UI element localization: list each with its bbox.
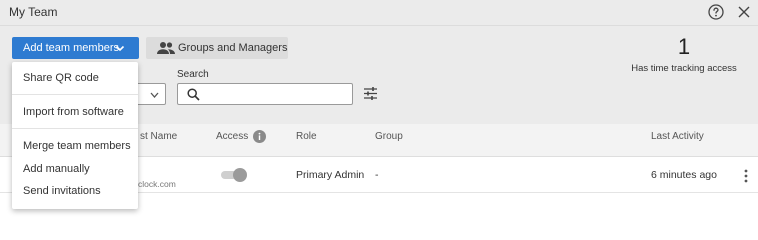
search-box[interactable] xyxy=(177,83,353,105)
column-header-name[interactable]: st Name xyxy=(140,131,177,142)
tracking-access-label: Has time tracking access xyxy=(631,63,737,74)
menu-item-send-invitations[interactable]: Send invitations xyxy=(23,185,101,197)
column-header-last-activity[interactable]: Last Activity xyxy=(651,131,704,142)
column-header-role[interactable]: Role xyxy=(296,131,317,142)
column-header-group[interactable]: Group xyxy=(375,131,403,142)
member-role: Primary Admin xyxy=(296,169,365,181)
window-title: My Team xyxy=(9,5,58,19)
menu-item-merge-team-members[interactable]: Merge team members xyxy=(23,140,131,152)
search-icon xyxy=(187,88,200,101)
chevron-down-icon xyxy=(115,45,125,52)
menu-divider xyxy=(12,94,138,95)
menu-item-import-from-software[interactable]: Import from software xyxy=(23,106,124,118)
filter-icon[interactable] xyxy=(362,85,379,102)
toggle-knob xyxy=(233,168,247,182)
menu-item-share-qr-code[interactable]: Share QR code xyxy=(23,72,99,84)
close-icon[interactable] xyxy=(737,5,751,19)
search-input[interactable] xyxy=(206,86,346,102)
search-label: Search xyxy=(177,69,209,80)
people-icon xyxy=(157,42,175,54)
menu-divider xyxy=(12,128,138,129)
groups-and-managers-button[interactable]: Groups and Managers xyxy=(146,37,288,59)
access-toggle[interactable] xyxy=(221,168,247,182)
title-bar: My Team xyxy=(0,0,758,26)
member-group: - xyxy=(375,169,379,181)
menu-item-add-manually[interactable]: Add manually xyxy=(23,163,90,175)
help-icon[interactable] xyxy=(708,4,724,20)
add-team-members-label: Add team members xyxy=(23,42,119,54)
add-team-members-button[interactable]: Add team members xyxy=(12,37,139,59)
add-members-dropdown: Share QR code Import from software Merge… xyxy=(12,62,138,209)
column-header-access[interactable]: Access xyxy=(216,131,248,142)
caret-down-icon xyxy=(150,92,159,98)
tracking-access-count: 1 xyxy=(677,34,691,59)
member-email: clock.com xyxy=(138,179,176,189)
groups-and-managers-label: Groups and Managers xyxy=(178,42,288,54)
kebab-menu-icon[interactable] xyxy=(742,168,750,184)
info-icon[interactable] xyxy=(253,130,266,143)
member-last-activity: 6 minutes ago xyxy=(651,169,717,181)
